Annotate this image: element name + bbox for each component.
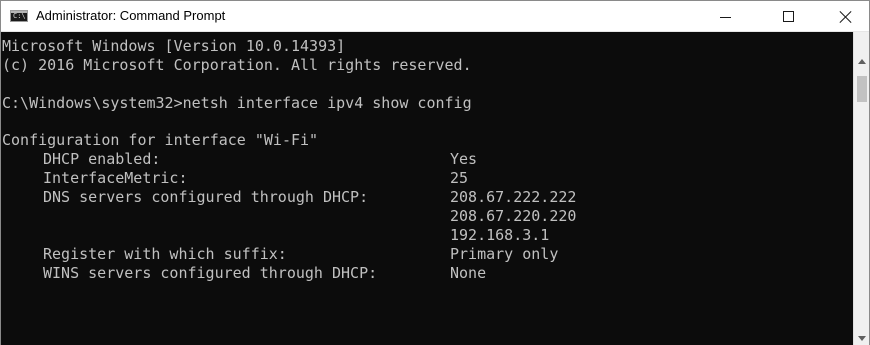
config-key: DHCP enabled: <box>43 150 161 169</box>
config-row: InterfaceMetric: 25 <box>2 169 853 188</box>
scroll-up-icon[interactable] <box>858 59 866 67</box>
config-key: WINS servers configured through DHCP: <box>43 263 378 282</box>
close-button[interactable] <box>823 1 869 32</box>
config-value: None <box>450 263 487 282</box>
config-value: 208.67.220.220 <box>450 207 577 226</box>
config-row: WINS servers configured through DHCP: Non… <box>2 264 853 283</box>
maximize-button[interactable] <box>765 1 811 32</box>
config-value: 208.67.222.222 <box>450 188 577 207</box>
scroll-down-icon[interactable] <box>858 336 866 344</box>
config-row: 208.67.220.220 <box>2 207 853 226</box>
config-key: InterfaceMetric: <box>43 169 188 188</box>
config-value: 25 <box>450 169 469 188</box>
vertical-scrollbar[interactable] <box>853 32 869 345</box>
maximize-icon <box>782 11 794 22</box>
config-row: 192.168.3.1 <box>2 226 853 245</box>
console-output[interactable]: Microsoft Windows [Version 10.0.14393] (… <box>1 32 853 345</box>
command-prompt-window: C:\ Administrator: Command Prompt Micros… <box>0 0 870 345</box>
command-prompt-icon[interactable]: C:\ <box>10 10 28 22</box>
section-title: Configuration for interface "Wi-Fi" <box>2 131 319 150</box>
config-key: DNS servers configured through DHCP: <box>43 188 369 207</box>
config-row: DNS servers configured through DHCP: 208.… <box>2 188 853 207</box>
version-line: Microsoft Windows [Version 10.0.14393] <box>2 37 346 55</box>
config-row: Register with which suffix: Primary only <box>2 245 853 264</box>
minimize-button[interactable] <box>702 1 748 32</box>
copyright-line: (c) 2016 Microsoft Corporation. All righ… <box>2 55 472 74</box>
window-title: Administrator: Command Prompt <box>36 8 226 23</box>
close-icon <box>839 10 853 24</box>
title-bar[interactable]: C:\ Administrator: Command Prompt <box>1 1 869 32</box>
config-value: 192.168.3.1 <box>450 225 550 244</box>
minimize-icon <box>719 17 731 18</box>
config-key: Register with which suffix: <box>43 244 287 263</box>
config-value: Primary only <box>450 244 559 263</box>
command-line: C:\Windows\system32>netsh interface ipv4… <box>2 93 472 112</box>
scrollbar-thumb[interactable] <box>857 76 867 102</box>
config-row: DHCP enabled: Yes <box>2 150 853 169</box>
config-value: Yes <box>450 150 478 169</box>
